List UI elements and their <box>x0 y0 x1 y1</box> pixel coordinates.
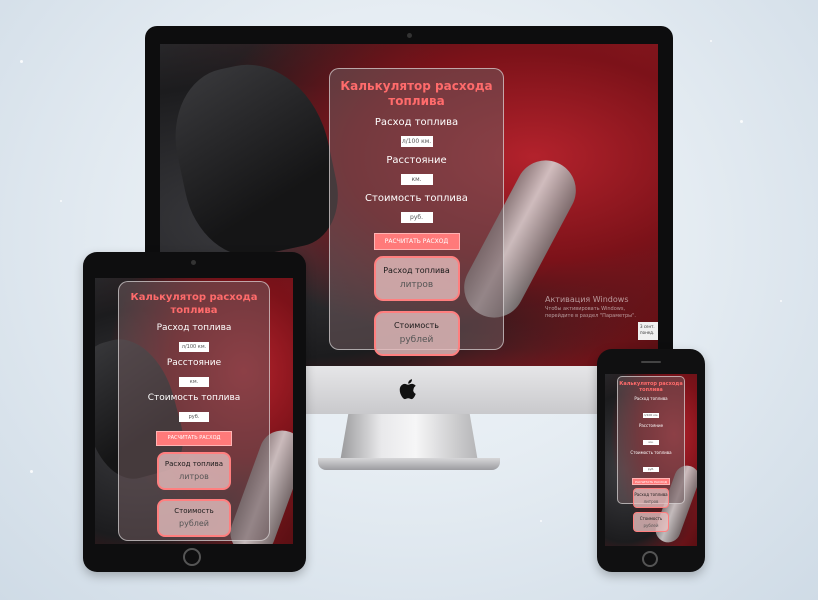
snowflake <box>60 200 62 202</box>
calculator-card: Калькулятор расхода топлива Расход топли… <box>329 68 504 356</box>
result-fuel-title: Расход топлива <box>383 266 450 275</box>
fuel-price-label: Стоимость топлива <box>147 393 241 403</box>
imac-stand-base <box>318 458 500 470</box>
ipad-device: Калькулятор расхода топлива Расход топли… <box>83 252 306 572</box>
calculator-card: Калькулятор расхода топлива Расход топли… <box>617 376 685 532</box>
snowflake <box>540 520 542 522</box>
distance-label: Расстояние <box>638 423 664 428</box>
snowflake <box>30 470 33 473</box>
result-fuel-title: Расход топлива <box>164 460 224 468</box>
fuel-nozzle-image <box>161 50 349 268</box>
apple-logo-icon <box>399 379 416 400</box>
result-cost-title: Стоимость <box>639 516 663 521</box>
result-cost-title: Стоимость <box>174 507 214 515</box>
consumption-label: Расход топлива <box>156 323 232 333</box>
distance-label: Расстояние <box>166 358 222 368</box>
iphone-screen: Калькулятор расхода топлива Расход топли… <box>605 374 697 546</box>
fuel-price-input[interactable]: руб. <box>179 412 209 422</box>
distance-input[interactable]: км. <box>179 377 209 387</box>
calculator-title: Калькулятор расхода топлива <box>130 292 258 316</box>
iphone-device: Калькулятор расхода топлива Расход топли… <box>597 349 705 572</box>
windows-activation-watermark: Активация Windows Чтобы активировать Win… <box>545 294 655 320</box>
watermark-title: Активация Windows <box>545 295 629 304</box>
distance-label: Расстояние <box>386 155 447 166</box>
fuel-price-input[interactable]: руб. <box>400 212 433 223</box>
home-button-icon[interactable] <box>183 548 201 566</box>
consumption-input[interactable]: л/100 км. <box>400 136 433 147</box>
result-fuel-box: Расход топлива литров <box>633 488 669 508</box>
calculate-button[interactable]: РАСЧИТАТЬ РАСХОД <box>632 478 670 485</box>
speaker-icon <box>641 361 661 363</box>
result-fuel-unit: литров <box>399 280 434 290</box>
camera-icon <box>407 33 412 38</box>
consumption-label: Расход топлива <box>374 117 459 128</box>
home-button-icon[interactable] <box>642 551 658 567</box>
result-cost-box: Стоимость рублей <box>633 512 669 532</box>
taskbar-date: 3 сент. понед. <box>638 322 658 340</box>
result-fuel-unit: литров <box>643 499 659 504</box>
result-cost-unit: рублей <box>179 519 209 528</box>
fuel-price-label: Стоимость топлива <box>365 193 468 204</box>
ipad-screen: Калькулятор расхода топлива Расход топли… <box>95 278 293 544</box>
consumption-label: Расход топлива <box>634 396 668 401</box>
calculate-button[interactable]: РАСЧИТАТЬ РАСХОД <box>156 431 232 446</box>
watermark-text: Чтобы активировать Windows, перейдите в … <box>545 306 637 319</box>
consumption-input[interactable]: л/100 км. <box>179 342 209 352</box>
distance-input[interactable]: км. <box>400 174 433 185</box>
calculator-title: Калькулятор расхода топлива <box>619 381 683 393</box>
result-fuel-title: Расход топлива <box>634 492 668 497</box>
calculate-button[interactable]: РАСЧИТАТЬ РАСХОД <box>373 233 460 250</box>
result-fuel-box: Расход топлива литров <box>157 452 231 490</box>
calculator-card: Калькулятор расхода топлива Расход топли… <box>118 281 270 541</box>
camera-icon <box>191 260 196 265</box>
imac-stand <box>340 414 478 462</box>
snowflake <box>780 300 782 302</box>
snowflake <box>710 40 712 42</box>
consumption-input[interactable]: л/100 км. <box>643 413 659 418</box>
result-cost-unit: рублей <box>643 523 659 528</box>
result-cost-unit: рублей <box>399 335 434 345</box>
snowflake <box>20 60 23 63</box>
fuel-price-input[interactable]: руб. <box>643 467 659 472</box>
result-cost-box: Стоимость рублей <box>373 311 460 356</box>
result-fuel-box: Расход топлива литров <box>373 256 460 301</box>
result-fuel-unit: литров <box>179 472 209 481</box>
result-cost-box: Стоимость рублей <box>157 499 231 537</box>
fuel-price-label: Стоимость топлива <box>630 450 672 455</box>
distance-input[interactable]: км. <box>643 440 659 445</box>
result-cost-title: Стоимость <box>393 321 440 330</box>
calculator-title: Калькулятор расхода топлива <box>340 79 493 108</box>
snowflake <box>740 120 743 123</box>
